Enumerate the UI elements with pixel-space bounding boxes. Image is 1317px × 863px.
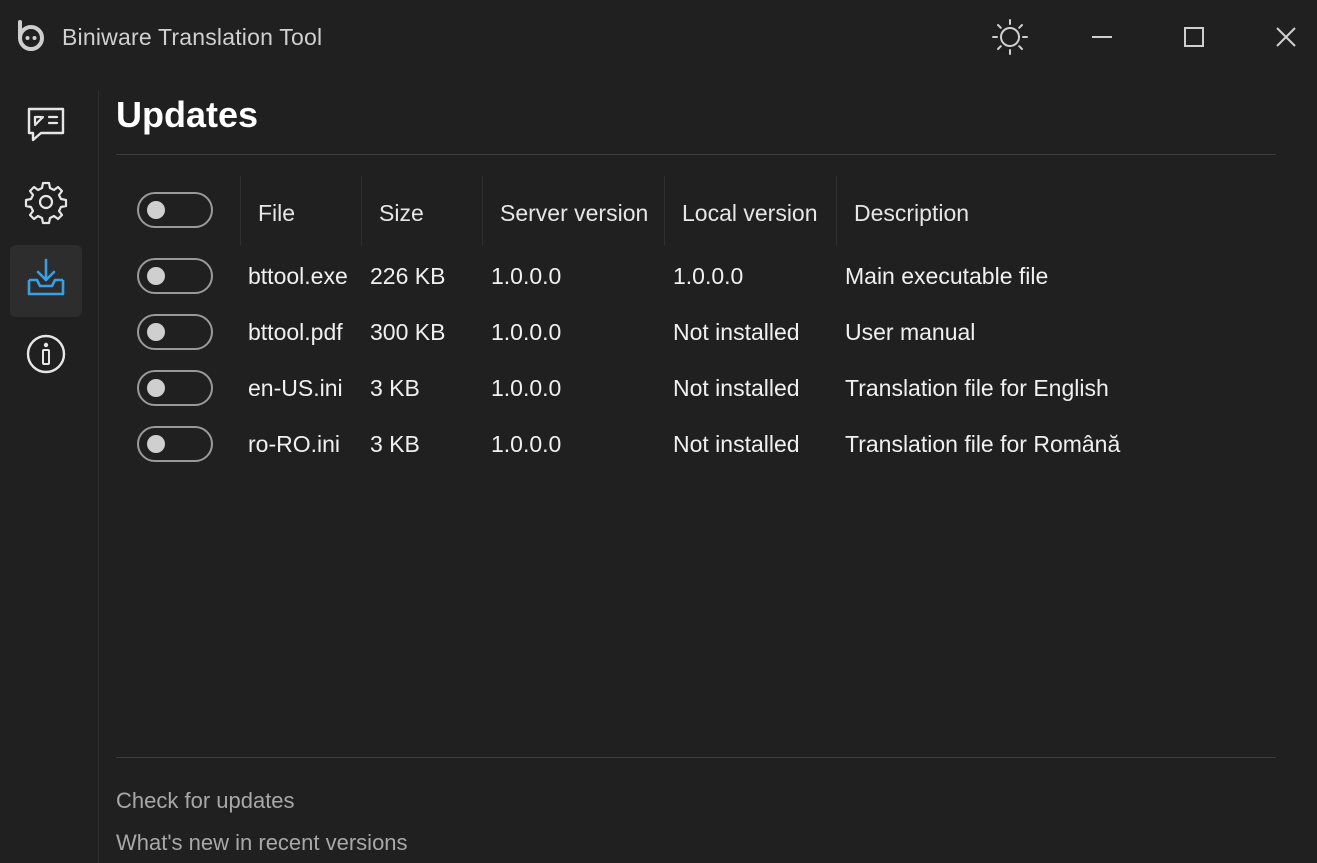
column-divider xyxy=(361,176,362,246)
header-file[interactable]: File xyxy=(258,200,295,227)
table-header: File Size Server version Local version D… xyxy=(116,176,1216,246)
title-divider xyxy=(116,154,1276,155)
minimize-icon xyxy=(1090,25,1114,49)
table-row[interactable]: bttool.pdf 300 KB 1.0.0.0 Not installed … xyxy=(116,306,1216,362)
cell-description: Main executable file xyxy=(845,263,1049,289)
theme-toggle-button[interactable] xyxy=(986,14,1034,60)
cell-size: 300 KB xyxy=(370,319,446,345)
cell-server-version: 1.0.0.0 xyxy=(491,431,562,457)
column-divider xyxy=(482,176,483,246)
column-divider xyxy=(664,176,665,246)
download-tray-icon xyxy=(23,256,69,307)
footer-divider xyxy=(116,757,1276,758)
close-icon xyxy=(1274,25,1298,49)
column-divider xyxy=(836,176,837,246)
cell-local-version: 1.0.0.0 xyxy=(673,263,744,289)
cell-size: 226 KB xyxy=(370,263,446,289)
toggle-knob xyxy=(147,379,165,397)
toggle-knob xyxy=(147,201,165,219)
toggle-knob xyxy=(147,435,165,453)
cell-file: bttool.exe xyxy=(248,263,348,289)
row-select-toggle[interactable] xyxy=(137,370,213,406)
cell-local-version: Not installed xyxy=(673,431,800,457)
toggle-knob xyxy=(147,267,165,285)
app-title: Biniware Translation Tool xyxy=(62,24,323,50)
translate-chat-icon xyxy=(23,101,69,152)
cell-local-version: Not installed xyxy=(673,375,800,401)
table-row[interactable]: ro-RO.ini 3 KB 1.0.0.0 Not installed Tra… xyxy=(116,418,1216,474)
sidebar-item-updates[interactable] xyxy=(10,245,82,317)
maximize-icon xyxy=(1182,25,1206,49)
header-description[interactable]: Description xyxy=(854,200,969,227)
close-button[interactable] xyxy=(1262,14,1310,60)
cell-server-version: 1.0.0.0 xyxy=(491,319,562,345)
row-select-toggle[interactable] xyxy=(137,426,213,462)
cell-size: 3 KB xyxy=(370,375,420,401)
column-divider xyxy=(240,176,241,246)
maximize-button[interactable] xyxy=(1170,14,1218,60)
page-title: Updates xyxy=(116,94,259,135)
minimize-button[interactable] xyxy=(1078,14,1126,60)
row-select-toggle[interactable] xyxy=(137,258,213,294)
info-icon xyxy=(23,331,69,382)
sidebar-item-translate[interactable] xyxy=(10,90,82,162)
cell-file: bttool.pdf xyxy=(248,319,343,345)
cell-server-version: 1.0.0.0 xyxy=(491,375,562,401)
gear-icon xyxy=(23,179,69,230)
select-all-toggle[interactable] xyxy=(137,192,213,228)
cell-description: Translation file for Română xyxy=(845,431,1121,457)
table-row[interactable]: bttool.exe 226 KB 1.0.0.0 1.0.0.0 Main e… xyxy=(116,250,1216,306)
check-for-updates-link[interactable]: Check for updates xyxy=(116,788,295,814)
header-local-version[interactable]: Local version xyxy=(682,200,818,227)
cell-server-version: 1.0.0.0 xyxy=(491,263,562,289)
title-bar: Biniware Translation Tool xyxy=(0,0,1317,76)
row-select-toggle[interactable] xyxy=(137,314,213,350)
cell-file: en-US.ini xyxy=(248,375,343,401)
cell-local-version: Not installed xyxy=(673,319,800,345)
whats-new-link[interactable]: What's new in recent versions xyxy=(116,830,408,856)
header-server-version[interactable]: Server version xyxy=(500,200,648,227)
table-row[interactable]: en-US.ini 3 KB 1.0.0.0 Not installed Tra… xyxy=(116,362,1216,418)
updates-page: Updates File Size Server version Local v… xyxy=(98,76,1317,863)
sun-icon xyxy=(990,17,1030,57)
sidebar-item-about[interactable] xyxy=(10,320,82,392)
cell-description: Translation file for English xyxy=(845,375,1109,401)
cell-description: User manual xyxy=(845,319,976,345)
toggle-knob xyxy=(147,323,165,341)
sidebar-item-settings[interactable] xyxy=(10,168,82,240)
sidebar-nav xyxy=(0,90,99,863)
app-window: Biniware Translation Tool Updates File S… xyxy=(0,0,1317,863)
cell-file: ro-RO.ini xyxy=(248,431,341,457)
cell-size: 3 KB xyxy=(370,431,420,457)
biniware-logo-icon xyxy=(12,18,48,54)
header-size[interactable]: Size xyxy=(379,200,424,227)
